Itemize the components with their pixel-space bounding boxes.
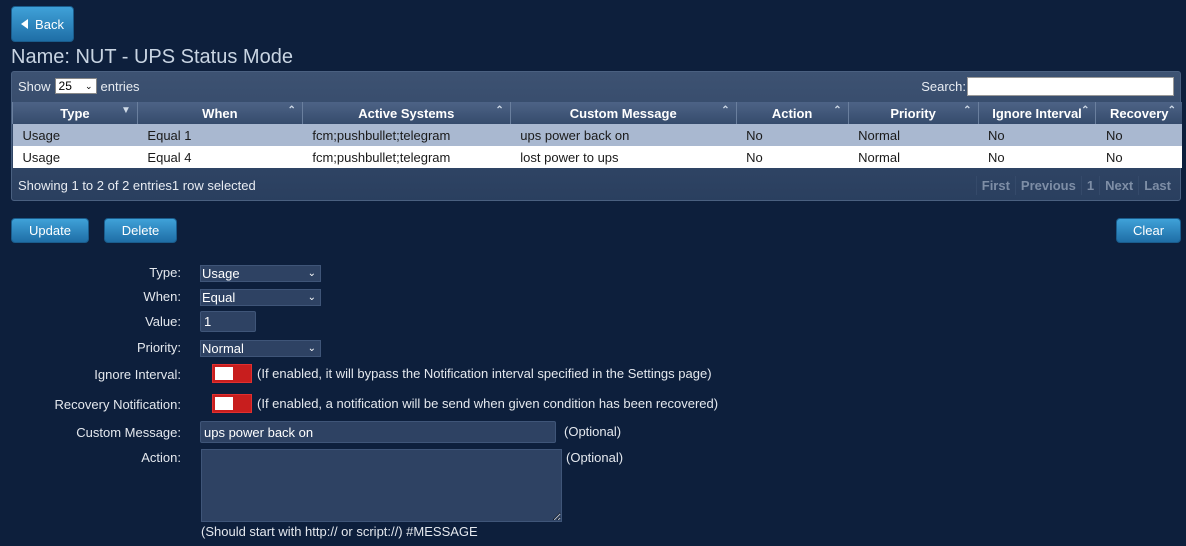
sort-icon: ⌃ — [287, 105, 296, 116]
pager-last-button[interactable]: Last — [1138, 176, 1176, 195]
recovery-notification-label: Recovery Notification: — [54, 397, 181, 412]
recovery-notification-hint: (If enabled, a notification will be send… — [257, 396, 719, 411]
cell-type: Usage — [12, 146, 138, 168]
sort-icon: ⌃ — [963, 105, 972, 116]
cell-recovery: No — [1095, 146, 1182, 168]
priority-label: Priority: — [136, 340, 181, 355]
search-label: Search: — [921, 79, 966, 94]
action-textarea[interactable] — [201, 449, 562, 522]
chevron-down-icon: ⌄ — [307, 292, 316, 303]
table-header-row: Type ▼ When ⌃ Active Systems ⌃ Custom Messa… — [12, 102, 1182, 124]
sort-icon: ⌃ — [1081, 105, 1090, 116]
sort-icon: ⌃ — [833, 105, 842, 116]
cell-when: Equal 4 — [137, 146, 303, 168]
column-header-recovery[interactable]: Recovery ⌃ — [1095, 102, 1182, 124]
toggle-knob — [215, 367, 233, 380]
pagination: First Previous 1 Next Last — [975, 176, 1176, 195]
entries-label: entries — [100, 78, 140, 94]
when-select-value: Equal — [202, 290, 236, 305]
type-label: Type: — [149, 265, 181, 280]
ignore-interval-hint: (If enabled, it will bypass the Notifica… — [257, 366, 712, 381]
delete-button[interactable]: Delete — [104, 218, 177, 243]
back-button-label: Back — [35, 16, 64, 32]
when-label: When: — [143, 289, 181, 304]
ignore-interval-label: Ignore Interval: — [94, 367, 181, 382]
pager-page-1-button[interactable]: 1 — [1080, 176, 1099, 195]
search-control: Search: — [921, 77, 1174, 96]
type-select[interactable]: Usage ⌄ — [200, 265, 321, 282]
column-header-custom-message[interactable]: Custom Message ⌃ — [509, 102, 737, 124]
ignore-interval-toggle[interactable] — [212, 364, 252, 383]
cell-custom-message: ups power back on — [510, 124, 737, 146]
custom-message-optional: (Optional) — [564, 424, 622, 439]
column-header-when[interactable]: When ⌃ — [136, 102, 303, 124]
pager-first-button[interactable]: First — [975, 176, 1015, 195]
column-header-ignore-interval[interactable]: Ignore Interval ⌃ — [977, 102, 1096, 124]
action-optional: (Optional) — [566, 450, 624, 465]
custom-message-label: Custom Message: — [76, 425, 181, 440]
sort-desc-icon: ▼ — [121, 105, 131, 116]
column-header-active-systems[interactable]: Active Systems ⌃ — [301, 102, 511, 124]
page-size-select[interactable]: 25 ⌄ — [54, 78, 97, 94]
cell-active-systems: fcm;pushbullet;telegram — [302, 124, 511, 146]
action-label: Action: — [141, 450, 181, 465]
clear-button[interactable]: Clear — [1116, 218, 1181, 243]
page-size-value: 25 — [58, 79, 72, 93]
chevron-down-icon: ⌄ — [84, 80, 93, 91]
cell-when: Equal 1 — [137, 124, 303, 146]
type-select-value: Usage — [202, 266, 240, 281]
table-row[interactable]: Usage Equal 4 fcm;pushbullet;telegram lo… — [12, 146, 1182, 168]
cell-ignore-interval: No — [978, 124, 1096, 146]
priority-select-value: Normal — [202, 341, 244, 356]
cell-recovery: No — [1095, 124, 1182, 146]
cell-type: Usage — [12, 124, 138, 146]
search-input[interactable] — [967, 77, 1174, 96]
notifications-table: Type ▼ When ⌃ Active Systems ⌃ Custom Messa… — [12, 102, 1182, 168]
sort-icon: ⌃ — [721, 105, 730, 116]
sort-icon: ⌃ — [495, 105, 504, 116]
show-label: Show — [18, 78, 51, 94]
cell-action: No — [736, 146, 849, 168]
cell-active-systems: fcm;pushbullet;telegram — [302, 146, 511, 168]
back-button[interactable]: Back — [11, 6, 74, 42]
table-row[interactable]: Usage Equal 1 fcm;pushbullet;telegram up… — [12, 124, 1182, 146]
cell-ignore-interval: No — [978, 146, 1096, 168]
value-label: Value: — [145, 314, 181, 329]
cell-priority: Normal — [848, 124, 979, 146]
cell-priority: Normal — [848, 146, 979, 168]
column-header-type[interactable]: Type ▼ — [12, 102, 138, 124]
value-input[interactable]: 1 — [200, 311, 256, 332]
page-size-control: Show 25 ⌄ entries — [18, 78, 140, 94]
action-hint: (Should start with http:// or script://)… — [201, 524, 478, 539]
toggle-knob — [215, 397, 233, 410]
page-title: Name: NUT - UPS Status Mode — [11, 46, 293, 68]
cell-action: No — [736, 124, 849, 146]
custom-message-input[interactable]: ups power back on — [200, 421, 556, 443]
notifications-table-panel: Show 25 ⌄ entries Search: Type ▼ When ⌃ Ac… — [11, 71, 1182, 201]
table-info: Showing 1 to 2 of 2 entries1 row selecte… — [18, 178, 256, 193]
priority-select[interactable]: Normal ⌄ — [200, 340, 321, 357]
cell-custom-message: lost power to ups — [510, 146, 737, 168]
chevron-down-icon: ⌄ — [307, 268, 316, 279]
column-header-action[interactable]: Action ⌃ — [735, 102, 849, 124]
chevron-down-icon: ⌄ — [307, 343, 316, 354]
column-header-priority[interactable]: Priority ⌃ — [847, 102, 979, 124]
update-button[interactable]: Update — [11, 218, 89, 243]
recovery-notification-toggle[interactable] — [212, 394, 252, 413]
when-select[interactable]: Equal ⌄ — [200, 289, 321, 306]
sort-icon: ⌃ — [1167, 105, 1176, 116]
caret-left-icon — [21, 19, 29, 29]
pager-next-button[interactable]: Next — [1099, 176, 1138, 195]
pager-previous-button[interactable]: Previous — [1014, 176, 1081, 195]
